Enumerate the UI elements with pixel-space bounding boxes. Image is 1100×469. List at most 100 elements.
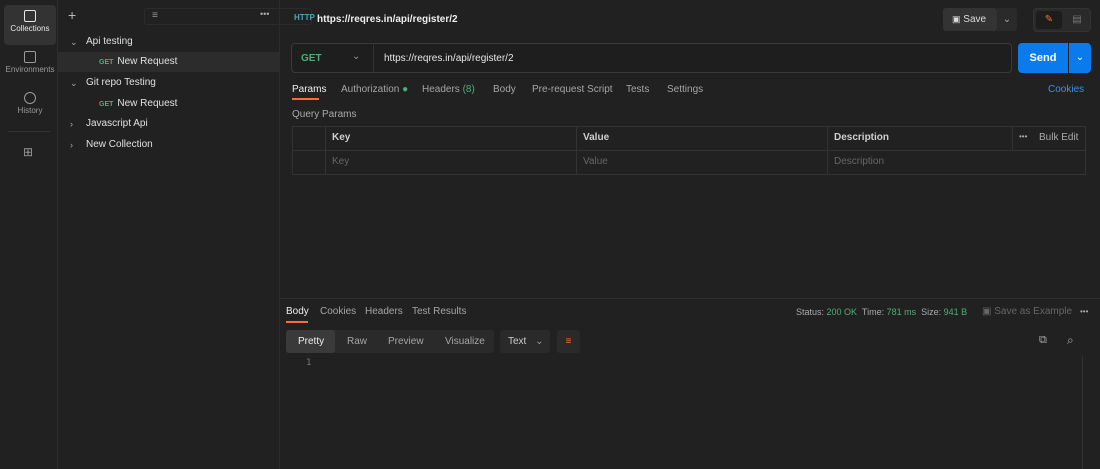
- url-bar: GET ⌄ https://reqres.in/api/register/2: [291, 43, 1012, 73]
- apps-icon[interactable]: ⊞: [23, 145, 33, 159]
- collection-name: Javascript Api: [86, 118, 148, 129]
- search-icon[interactable]: ⌕: [1067, 333, 1074, 348]
- rail-label: History: [17, 106, 43, 115]
- response-tab-test-results[interactable]: Test Results: [412, 306, 466, 317]
- request-item[interactable]: GET New Request: [58, 94, 280, 114]
- add-icon[interactable]: +: [68, 7, 76, 23]
- response-tab-body[interactable]: Body: [286, 306, 309, 317]
- rail-label: Environments: [5, 65, 55, 74]
- headers-count: (8): [462, 84, 475, 95]
- rail-label: Collections: [10, 24, 50, 33]
- status-value[interactable]: 200 OK: [827, 307, 858, 317]
- size-label: Size:: [921, 307, 942, 317]
- send-button[interactable]: Send: [1018, 43, 1068, 73]
- collection-api-testing[interactable]: ⌄ Api testing: [58, 32, 280, 52]
- comment-icon[interactable]: ▤: [1066, 11, 1088, 29]
- divider: [292, 150, 1086, 151]
- more-icon[interactable]: •••: [1019, 132, 1027, 141]
- chevron-down-icon: ⌄: [70, 37, 78, 47]
- tab-body[interactable]: Body: [493, 84, 516, 95]
- view-visualize[interactable]: Visualize: [445, 336, 485, 347]
- collections-panel: + ≡ ••• ⌄ Api testing GET New Request ⌄ Git…: [58, 0, 312, 469]
- request-item[interactable]: GET New Request: [58, 52, 280, 72]
- response-tab-headers[interactable]: Headers: [365, 306, 403, 317]
- filter-input[interactable]: ≡: [144, 8, 312, 25]
- collection-javascript-api[interactable]: › Javascript Api: [58, 114, 280, 134]
- rail-collections[interactable]: Collections: [4, 5, 56, 45]
- view-raw[interactable]: Raw: [347, 336, 367, 347]
- wrap-lines-icon[interactable]: ≡: [557, 330, 580, 353]
- tab-authorization[interactable]: Authorization ●: [341, 84, 408, 95]
- response-meta: Status: 200 OK Time: 781 ms Size: 941 B: [796, 307, 967, 317]
- save-icon: ▣: [952, 14, 961, 24]
- format-label: Text: [508, 336, 527, 347]
- chevron-right-icon: ›: [70, 140, 73, 150]
- tab-label: Authorization: [341, 84, 400, 95]
- line-number: 1: [306, 358, 312, 368]
- response-tab-cookies[interactable]: Cookies: [320, 306, 356, 317]
- key-input[interactable]: Key: [332, 156, 349, 167]
- http-icon: HTTP: [294, 13, 315, 22]
- tab-headers[interactable]: Headers (8): [422, 84, 475, 95]
- more-icon[interactable]: •••: [1080, 307, 1088, 316]
- chevron-down-icon: ⌄: [70, 78, 78, 88]
- request-name: New Request: [117, 98, 178, 109]
- collection-name: New Collection: [86, 139, 153, 150]
- view-preview[interactable]: Preview: [388, 336, 424, 347]
- chevron-right-icon: ›: [70, 119, 73, 129]
- query-params-title: Query Params: [292, 109, 357, 120]
- history-icon: [24, 92, 36, 104]
- column-key: Key: [332, 132, 351, 143]
- tab-label: Headers: [422, 84, 460, 95]
- column-description: Description: [834, 132, 890, 143]
- filter-icon: ≡: [152, 10, 158, 21]
- method-select[interactable]: GET ⌄: [292, 44, 374, 72]
- save-as-example-button[interactable]: ▣ Save as Example: [982, 306, 1072, 317]
- rail-history[interactable]: History: [4, 87, 56, 127]
- time-label: Time:: [861, 307, 885, 317]
- active-tab-indicator: [292, 98, 319, 100]
- collection-git-repo-testing[interactable]: ⌄ Git repo Testing: [58, 73, 280, 93]
- time-value[interactable]: 781 ms: [887, 307, 917, 317]
- description-input[interactable]: Description: [834, 156, 884, 167]
- save-dropdown[interactable]: ⌄: [997, 8, 1017, 31]
- divider: [8, 131, 50, 132]
- icon-rail: Collections Environments History ⊞: [0, 0, 58, 469]
- collection-name: Git repo Testing: [86, 77, 156, 88]
- url-input[interactable]: https://reqres.in/api/register/2: [384, 53, 514, 64]
- copy-icon[interactable]: ⧉: [1039, 334, 1047, 347]
- more-icon[interactable]: •••: [260, 9, 269, 19]
- chevron-down-icon: ⌄: [352, 51, 361, 62]
- save-label: Save: [963, 14, 987, 25]
- edit-icon[interactable]: ✎: [1036, 11, 1062, 29]
- cookies-link[interactable]: Cookies: [1048, 84, 1084, 95]
- environments-icon: [24, 51, 36, 63]
- save-button[interactable]: ▣ Save: [943, 8, 997, 31]
- tab-prerequest[interactable]: Pre-request Script: [532, 84, 613, 95]
- collections-icon: [24, 10, 36, 22]
- tab-settings[interactable]: Settings: [667, 84, 703, 95]
- column-value: Value: [583, 132, 610, 143]
- collection-new-collection[interactable]: › New Collection: [58, 135, 280, 155]
- save-example-label: Save as Example: [994, 306, 1073, 317]
- view-pretty[interactable]: Pretty: [298, 336, 324, 347]
- tab-tests[interactable]: Tests: [626, 84, 649, 95]
- tab-params[interactable]: Params: [292, 84, 326, 95]
- format-select[interactable]: Text ⌄: [500, 330, 550, 353]
- request-title[interactable]: https://reqres.in/api/register/2: [317, 14, 458, 25]
- scrollbar[interactable]: [1082, 356, 1083, 469]
- save-icon: ▣: [982, 306, 992, 317]
- send-dropdown[interactable]: ⌄: [1069, 43, 1091, 73]
- method-badge: GET: [99, 101, 114, 108]
- status-dot-icon: ●: [402, 84, 409, 95]
- method-badge: GET: [99, 59, 114, 66]
- rail-environments[interactable]: Environments: [4, 46, 56, 86]
- status-label: Status:: [796, 307, 825, 317]
- value-input[interactable]: Value: [583, 156, 608, 167]
- collection-name: Api testing: [86, 36, 133, 47]
- bulk-edit-button[interactable]: Bulk Edit: [1039, 132, 1078, 143]
- mode-toggle: ✎ ▤: [1033, 8, 1091, 32]
- chevron-down-icon: ⌄: [535, 336, 544, 347]
- size-value[interactable]: 941 B: [944, 307, 968, 317]
- pane-divider[interactable]: [280, 298, 1100, 299]
